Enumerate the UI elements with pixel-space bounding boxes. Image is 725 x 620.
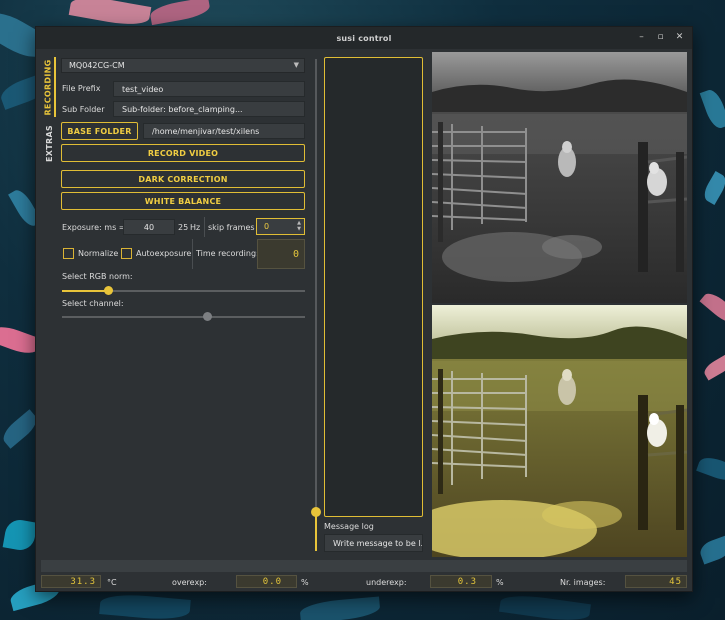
skip-frames-value: 0 [264,222,270,231]
overexp-display: 0.0 [236,575,297,588]
sub-folder-input[interactable]: Sub-folder: before_clamping... [113,101,305,117]
normalize-label: Normalize [78,249,119,258]
minimize-button[interactable]: – [635,31,648,44]
autoexposure-label: Autoexposure [136,249,192,258]
underexp-label: underexp: [366,578,407,587]
underexp-unit: % [496,578,504,587]
tab-extras-label: EXTRAS [44,124,54,162]
camera-image-rgb [432,305,687,557]
camera-image-raw [432,52,687,303]
exposure-rate-unit: Hz [190,223,201,232]
tab-extras[interactable]: EXTRAS [42,123,56,163]
channel-slider-handle[interactable] [203,312,213,321]
rgb-norm-slider-fill [62,290,109,292]
camera-select[interactable]: MQ042CG-CM ▼ [61,58,305,73]
normalize-checkbox[interactable] [63,248,74,259]
rgb-norm-label: Select RGB norm: [62,272,133,281]
spin-arrows-icon[interactable]: ▲ ▼ [297,220,301,232]
chevron-down-icon: ▼ [293,61,299,69]
skip-frames-label: skip frames [208,223,255,232]
title-bar[interactable]: susi control – ▫ ✕ [36,27,692,49]
window-title: susi control [336,33,392,43]
time-recording-label: Time recording: [196,249,259,258]
underexp-display: 0.3 [430,575,492,588]
message-log-view[interactable] [324,57,423,517]
white-balance-button[interactable]: WHITE BALANCE [61,192,305,210]
base-folder-path[interactable]: /home/menjivar/test/xilens [143,123,305,139]
divider [192,239,193,269]
exposure-rate: 25 [178,223,189,232]
camera-select-value: MQ042CG-CM [69,61,125,70]
tab-recording[interactable]: RECORDING [42,57,56,117]
temperature-display: 31.3 [41,575,101,588]
autoexposure-checkbox[interactable] [121,248,132,259]
overexp-unit: % [301,578,309,587]
base-folder-button[interactable]: BASE FOLDER [61,122,138,140]
nr-images-label: Nr. images: [560,578,606,587]
vertical-slider-fill [315,511,317,551]
channel-slider-track[interactable] [62,316,305,318]
app-window: susi control – ▫ ✕ RECORDING EXTRAS MQ04… [35,26,693,592]
record-video-button[interactable]: RECORD VIDEO [61,144,305,162]
temperature-unit: °C [107,578,117,587]
skip-frames-input[interactable]: 0 ▲ ▼ [256,218,305,235]
time-recording-display: 0 [257,239,305,269]
file-prefix-label: File Prefix [62,84,101,93]
dark-correction-button[interactable]: DARK CORRECTION [61,170,305,188]
exposure-input[interactable]: 40 [123,219,175,235]
message-input[interactable]: Write message to be l... [324,534,423,552]
exposure-label: Exposure: ms = [62,223,126,232]
vertical-slider-handle[interactable] [311,507,321,517]
channel-label: Select channel: [62,299,124,308]
overexp-label: overexp: [172,578,207,587]
sub-folder-label: Sub Folder [62,105,105,114]
message-log-label: Message log [324,522,374,531]
file-prefix-input[interactable]: test_video [113,81,305,97]
close-button[interactable]: ✕ [673,31,686,44]
progress-strip [41,560,687,572]
maximize-button[interactable]: ▫ [654,31,667,44]
vertical-slider-track[interactable] [315,59,317,551]
divider [204,217,205,237]
nr-images-display: 45 [625,575,687,588]
rgb-norm-slider-handle[interactable] [103,286,113,295]
tab-recording-label: RECORDING [43,58,53,116]
